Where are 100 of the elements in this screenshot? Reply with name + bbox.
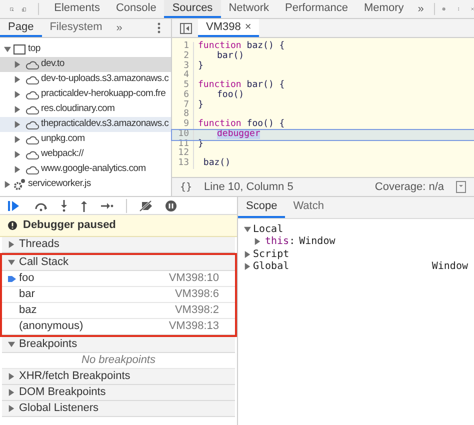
expanded-triangle-icon[interactable] (244, 226, 251, 233)
cloud-icon (25, 134, 39, 144)
call-frame[interactable]: bar VM398:6 (2, 287, 235, 303)
collapsed-triangle-icon[interactable] (14, 76, 21, 83)
paused-message: Debugger paused (23, 218, 116, 234)
line-number: 6 (172, 90, 194, 100)
collapsed-triangle-icon[interactable] (14, 166, 21, 173)
section-header[interactable]: Breakpoints (2, 337, 235, 353)
navigator-tab[interactable]: Page (0, 19, 42, 37)
tree-item[interactable]: thepracticaldev.s3.amazonaws.c (0, 117, 171, 132)
scope-property[interactable]: this: Window (238, 236, 474, 248)
section-header[interactable]: Threads (2, 237, 235, 253)
expanded-triangle-icon[interactable] (8, 259, 15, 266)
step-into-icon[interactable] (60, 200, 68, 212)
tree-item[interactable]: practicaldev-herokuapp-com.fre (0, 87, 171, 102)
collapsed-triangle-icon[interactable] (14, 106, 21, 113)
sidebar-tab[interactable]: Watch (285, 197, 332, 218)
property-separator: : (289, 235, 296, 250)
tree-item[interactable]: dev.to (0, 57, 171, 72)
property-name: this (265, 235, 290, 249)
frame-name: foo (19, 271, 34, 286)
empty-message: No breakpoints (82, 353, 156, 368)
pretty-print-button[interactable]: {} (180, 180, 192, 194)
cloud-icon (25, 120, 39, 130)
more-tabs-button[interactable]: » (110, 20, 128, 36)
cloud-icon (25, 104, 39, 114)
tab-close-button[interactable]: × (244, 18, 252, 36)
pause-icon[interactable] (165, 200, 177, 212)
line-number: 2 (172, 52, 194, 62)
collapsed-triangle-icon[interactable] (4, 181, 11, 188)
collapsed-triangle-icon[interactable] (8, 373, 15, 380)
scope-item[interactable]: Local (238, 223, 474, 236)
frame-name: baz (19, 303, 37, 318)
frame-name: bar (19, 287, 35, 302)
collapsed-triangle-icon[interactable] (244, 250, 251, 258)
tree-item[interactable]: unpkg.com (0, 132, 171, 147)
tree-item[interactable]: top (0, 42, 171, 57)
collapsed-triangle-icon[interactable] (8, 241, 15, 248)
expanded-triangle-icon[interactable] (4, 46, 11, 53)
deactivate-breakpoints-icon[interactable] (139, 200, 153, 212)
tree-item[interactable]: serviceworker.js (0, 177, 171, 192)
expanded-triangle-icon[interactable] (8, 341, 15, 348)
info-icon (8, 221, 17, 230)
frame-location: VM398:6 (174, 287, 219, 302)
tree-item-label: webpack:// (41, 147, 84, 162)
frame-location: VM398:2 (174, 303, 219, 318)
panel-tab[interactable]: Performance (277, 0, 356, 18)
collapsed-triangle-icon[interactable] (14, 151, 21, 158)
code-text: baz() (202, 158, 231, 168)
section-header[interactable]: DOM Breakpoints (2, 385, 235, 401)
coverage-status: Coverage: n/a (374, 180, 444, 195)
tree-item[interactable]: www.google-analytics.com (0, 162, 171, 177)
file-tab[interactable]: VM398 × (198, 19, 260, 37)
call-frame[interactable]: foo VM398:10 (2, 271, 235, 287)
file-tab-label: VM398 (206, 20, 241, 35)
section-header[interactable]: Global Listeners (2, 401, 235, 417)
step-out-icon[interactable] (80, 200, 88, 212)
collapsed-triangle-icon[interactable] (8, 405, 15, 412)
panel-tab[interactable]: Elements (46, 0, 108, 18)
panel-toggle-icon[interactable] (456, 181, 466, 193)
scope-item[interactable]: Global Window (238, 260, 474, 273)
code-keyword: function (198, 41, 242, 51)
collapsed-triangle-icon[interactable] (14, 91, 21, 98)
line-number: 12 (172, 149, 194, 159)
panel-tab[interactable]: Console (108, 0, 164, 18)
collapsed-triangle-icon[interactable] (14, 136, 21, 143)
collapsed-triangle-icon[interactable] (244, 263, 251, 270)
code-keyword: function (198, 80, 242, 90)
collapsed-triangle-icon[interactable] (8, 389, 15, 396)
toggle-navigator-icon[interactable] (180, 22, 192, 34)
call-frame[interactable]: (anonymous) VM398:13 (2, 319, 235, 335)
collapsed-triangle-icon[interactable] (14, 121, 21, 128)
section-title: Call Stack (19, 255, 69, 270)
section-title: Threads (19, 237, 60, 252)
more-tabs-button[interactable]: » (412, 0, 430, 18)
tree-item[interactable]: webpack:// (0, 147, 171, 162)
tree-item-label: practicaldev-herokuapp-com.fre (41, 87, 166, 102)
scope-name: Script (253, 248, 290, 261)
tree-item-label: unpkg.com (41, 132, 85, 146)
kebab-menu-icon[interactable] (157, 22, 161, 34)
sidebar-tab[interactable]: Scope (238, 197, 286, 218)
cloud-icon (25, 74, 39, 84)
navigator-tab[interactable]: Filesystem (42, 19, 110, 37)
code-text: bar() { (246, 80, 285, 90)
line-number: 7 (172, 100, 194, 110)
tree-item[interactable]: res.cloudinary.com (0, 102, 171, 117)
tree-item[interactable]: dev-to-uploads.s3.amazonaws.c (0, 72, 171, 87)
section-header[interactable]: XHR/fetch Breakpoints (2, 369, 235, 385)
collapsed-triangle-icon[interactable] (254, 238, 261, 246)
panel-tab[interactable]: Memory (356, 0, 412, 18)
scope-item[interactable]: Script (238, 248, 474, 260)
call-frame[interactable]: baz VM398:2 (2, 303, 235, 319)
cloud-icon (25, 60, 39, 70)
panel-tab[interactable]: Network (220, 0, 278, 18)
section-header[interactable]: Call Stack (2, 255, 235, 271)
collapsed-triangle-icon[interactable] (14, 61, 21, 68)
highlighted-code: debugger (217, 128, 260, 139)
code-keyword: function (198, 119, 242, 129)
panel-tab[interactable]: Sources (164, 0, 221, 18)
code-text: } (198, 100, 204, 110)
